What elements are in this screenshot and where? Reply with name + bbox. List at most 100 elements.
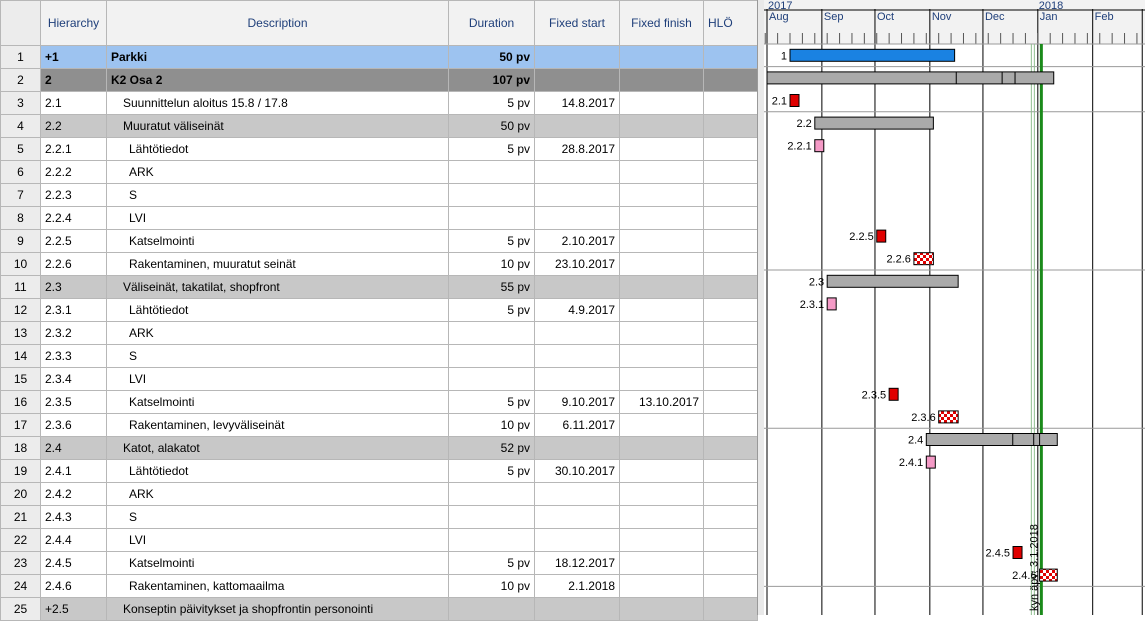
hlo-cell[interactable] xyxy=(703,68,758,92)
hlo-cell[interactable] xyxy=(703,45,758,69)
duration-cell[interactable]: 52 pv xyxy=(448,436,535,460)
hierarchy-cell[interactable]: 2.2.3 xyxy=(40,183,107,207)
fixed-finish-cell[interactable] xyxy=(619,68,704,92)
description-cell[interactable]: LVI xyxy=(106,367,449,391)
fixed-start-cell[interactable]: 14.8.2017 xyxy=(534,91,620,115)
description-cell[interactable]: Katot, alakatot xyxy=(106,436,449,460)
hlo-cell[interactable] xyxy=(703,91,758,115)
duration-cell[interactable]: 5 pv xyxy=(448,229,535,253)
task-row[interactable]: 21 2.4.3 S xyxy=(0,505,758,529)
hierarchy-cell[interactable]: 2.1 xyxy=(40,91,107,115)
hlo-cell[interactable] xyxy=(703,574,758,598)
column-header-hlo[interactable]: HLÖ xyxy=(703,0,758,46)
task-row[interactable]: 3 2.1 Suunnittelun aloitus 15.8 / 17.8 5 pv… xyxy=(0,91,758,115)
duration-cell[interactable] xyxy=(448,597,535,621)
row-number[interactable]: 23 xyxy=(0,551,41,575)
duration-cell[interactable]: 50 pv xyxy=(448,45,535,69)
row-number[interactable]: 14 xyxy=(0,344,41,368)
hierarchy-cell[interactable]: 2.2.6 xyxy=(40,252,107,276)
hlo-cell[interactable] xyxy=(703,436,758,460)
row-number[interactable]: 7 xyxy=(0,183,41,207)
hlo-cell[interactable] xyxy=(703,551,758,575)
row-number[interactable]: 15 xyxy=(0,367,41,391)
task-row[interactable]: 16 2.3.5 Katselmointi 5 pv 9.10.2017 13.10.20… xyxy=(0,390,758,414)
fixed-finish-cell[interactable] xyxy=(619,574,704,598)
gantt-bar[interactable] xyxy=(826,297,837,311)
description-cell[interactable]: LVI xyxy=(106,206,449,230)
gantt-bar[interactable] xyxy=(876,229,887,243)
task-row[interactable]: 23 2.4.5 Katselmointi 5 pv 18.12.2017 xyxy=(0,551,758,575)
duration-cell[interactable] xyxy=(448,528,535,552)
fixed-finish-cell[interactable] xyxy=(619,505,704,529)
duration-cell[interactable]: 50 pv xyxy=(448,114,535,138)
column-header-description[interactable]: Description xyxy=(106,0,449,46)
gantt-bar[interactable] xyxy=(814,116,934,130)
row-number[interactable]: 20 xyxy=(0,482,41,506)
task-row[interactable]: 25 +2.5 Konseptin päivitykset ja shopfront… xyxy=(0,597,758,621)
row-number[interactable]: 13 xyxy=(0,321,41,345)
hierarchy-cell[interactable]: 2.3.3 xyxy=(40,344,107,368)
hlo-cell[interactable] xyxy=(703,114,758,138)
row-number[interactable]: 19 xyxy=(0,459,41,483)
duration-cell[interactable] xyxy=(448,482,535,506)
fixed-finish-cell[interactable] xyxy=(619,344,704,368)
hierarchy-cell[interactable]: 2.4.6 xyxy=(40,574,107,598)
fixed-start-cell[interactable]: 2.10.2017 xyxy=(534,229,620,253)
row-number[interactable]: 1 xyxy=(0,45,41,69)
fixed-start-cell[interactable] xyxy=(534,505,620,529)
hierarchy-cell[interactable]: 2.3.6 xyxy=(40,413,107,437)
description-cell[interactable]: Konseptin päivitykset ja shopfrontin per… xyxy=(106,597,449,621)
row-number[interactable]: 22 xyxy=(0,528,41,552)
hierarchy-cell[interactable]: +2.5 xyxy=(40,597,107,621)
fixed-start-cell[interactable] xyxy=(534,344,620,368)
hlo-cell[interactable] xyxy=(703,597,758,621)
task-row[interactable]: 14 2.3.3 S xyxy=(0,344,758,368)
hierarchy-cell[interactable]: 2.3.1 xyxy=(40,298,107,322)
gantt-bar[interactable] xyxy=(925,433,1058,446)
description-cell[interactable]: ARK xyxy=(106,160,449,184)
fixed-start-cell[interactable] xyxy=(534,367,620,391)
hierarchy-cell[interactable]: 2.3 xyxy=(40,275,107,299)
row-number[interactable]: 21 xyxy=(0,505,41,529)
gantt-bar[interactable] xyxy=(925,455,936,469)
hierarchy-cell[interactable]: 2.4.3 xyxy=(40,505,107,529)
description-cell[interactable]: S xyxy=(106,344,449,368)
fixed-start-cell[interactable]: 6.11.2017 xyxy=(534,413,620,437)
duration-cell[interactable]: 5 pv xyxy=(448,137,535,161)
fixed-start-cell[interactable] xyxy=(534,321,620,345)
fixed-start-cell[interactable] xyxy=(534,436,620,460)
task-row[interactable]: 10 2.2.6 Rakentaminen, muuratut seinät 10 p… xyxy=(0,252,758,276)
task-row[interactable]: 8 2.2.4 LVI xyxy=(0,206,758,230)
fixed-finish-cell[interactable]: 13.10.2017 xyxy=(619,390,704,414)
hlo-cell[interactable] xyxy=(703,298,758,322)
task-row[interactable]: 13 2.3.2 ARK xyxy=(0,321,758,345)
hlo-cell[interactable] xyxy=(703,183,758,207)
row-number[interactable]: 17 xyxy=(0,413,41,437)
row-number[interactable]: 8 xyxy=(0,206,41,230)
hierarchy-cell[interactable]: 2.2.2 xyxy=(40,160,107,184)
hlo-cell[interactable] xyxy=(703,252,758,276)
task-row[interactable]: 1 +1 Parkki 50 pv xyxy=(0,45,758,69)
duration-cell[interactable]: 5 pv xyxy=(448,298,535,322)
hlo-cell[interactable] xyxy=(703,275,758,299)
fixed-start-cell[interactable] xyxy=(534,160,620,184)
description-cell[interactable]: Rakentaminen, muuratut seinät xyxy=(106,252,449,276)
task-row[interactable]: 9 2.2.5 Katselmointi 5 pv 2.10.2017 xyxy=(0,229,758,253)
fixed-finish-cell[interactable] xyxy=(619,183,704,207)
duration-cell[interactable]: 5 pv xyxy=(448,390,535,414)
hlo-cell[interactable] xyxy=(703,505,758,529)
gantt-bar[interactable] xyxy=(826,274,959,288)
fixed-finish-cell[interactable] xyxy=(619,413,704,437)
duration-cell[interactable]: 10 pv xyxy=(448,574,535,598)
fixed-start-cell[interactable] xyxy=(534,597,620,621)
description-cell[interactable]: Muuratut väliseinät xyxy=(106,114,449,138)
task-row[interactable]: 11 2.3 Väliseinät, takatilat, shopfront 55 … xyxy=(0,275,758,299)
hlo-cell[interactable] xyxy=(703,344,758,368)
description-cell[interactable]: K2 Osa 2 xyxy=(106,68,449,92)
description-cell[interactable]: S xyxy=(106,183,449,207)
hlo-cell[interactable] xyxy=(703,459,758,483)
task-row[interactable]: 17 2.3.6 Rakentaminen, levyväliseinät 10 pv… xyxy=(0,413,758,437)
fixed-finish-cell[interactable] xyxy=(619,459,704,483)
row-number[interactable]: 4 xyxy=(0,114,41,138)
task-row[interactable]: 5 2.2.1 Lähtötiedot 5 pv 28.8.2017 xyxy=(0,137,758,161)
